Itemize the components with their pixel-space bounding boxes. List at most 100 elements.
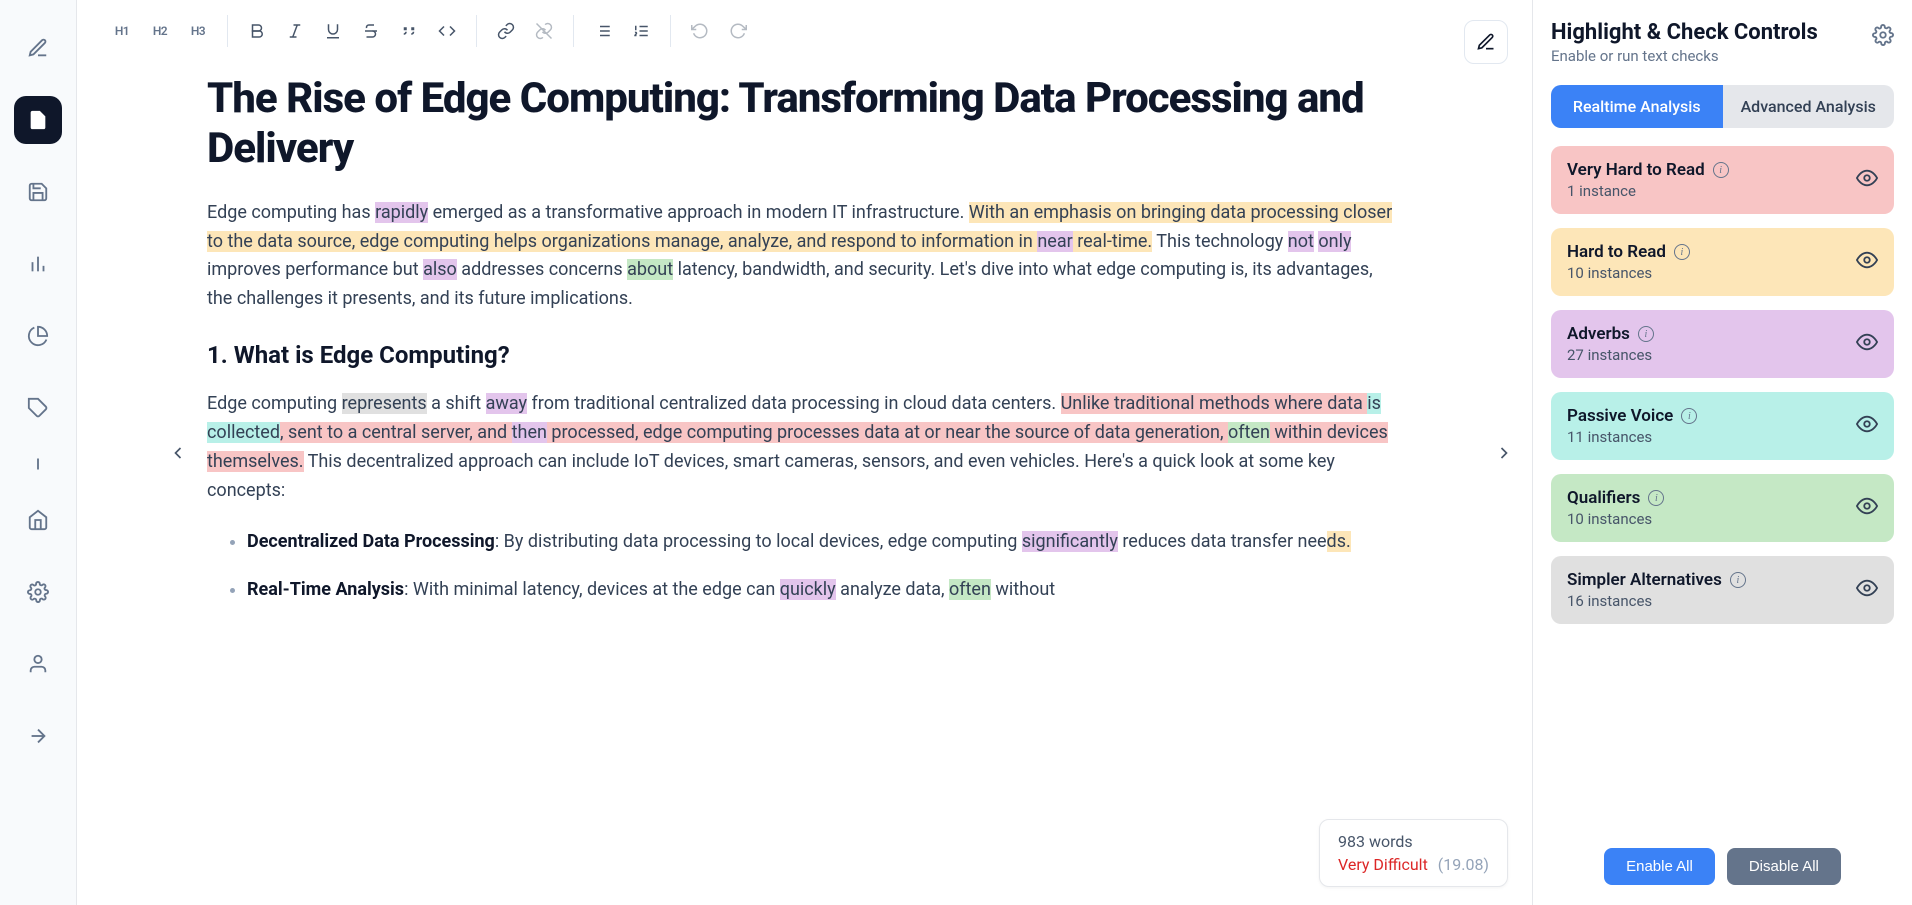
number-list-icon bbox=[632, 22, 650, 40]
info-icon[interactable]: i bbox=[1674, 244, 1690, 260]
edit-mode-button[interactable] bbox=[1464, 20, 1508, 64]
document-icon bbox=[27, 109, 49, 131]
visibility-toggle[interactable] bbox=[1856, 167, 1878, 193]
disable-all-button[interactable]: Disable All bbox=[1727, 848, 1841, 885]
sidebar-arrow[interactable] bbox=[14, 712, 62, 760]
main-area: H1 H2 H3 The Rise of Edge Computing: Tra… bbox=[77, 0, 1532, 905]
gear-icon bbox=[1872, 24, 1894, 46]
panel-settings-button[interactable] bbox=[1872, 24, 1894, 50]
info-icon[interactable]: i bbox=[1713, 162, 1729, 178]
unlink-button[interactable] bbox=[527, 14, 561, 48]
link-button[interactable] bbox=[489, 14, 523, 48]
check-passive[interactable]: Passive Voicei 11 instances bbox=[1551, 392, 1894, 460]
paragraph-1: Edge computing has rapidly emerged as a … bbox=[207, 199, 1402, 314]
italic-button[interactable] bbox=[278, 14, 312, 48]
undo-button[interactable] bbox=[683, 14, 717, 48]
check-adverbs[interactable]: Adverbsi 27 instances bbox=[1551, 310, 1894, 378]
panel-header: Highlight & Check Controls Enable or run… bbox=[1551, 20, 1894, 65]
info-icon[interactable]: i bbox=[1648, 490, 1664, 506]
visibility-toggle[interactable] bbox=[1856, 495, 1878, 521]
save-icon bbox=[27, 181, 49, 203]
text: from traditional centralized data proces… bbox=[527, 393, 1061, 414]
text: improves performance but bbox=[207, 259, 423, 280]
document-content[interactable]: The Rise of Edge Computing: Transforming… bbox=[77, 62, 1532, 905]
text: reduces data transfer nee bbox=[1118, 531, 1327, 552]
adverb-highlight: significantly bbox=[1022, 531, 1118, 552]
bullet-list-button[interactable] bbox=[586, 14, 620, 48]
code-button[interactable] bbox=[430, 14, 464, 48]
eye-icon bbox=[1856, 249, 1878, 271]
adverb-highlight: not bbox=[1288, 231, 1314, 252]
check-qualifiers[interactable]: Qualifiersi 10 instances bbox=[1551, 474, 1894, 542]
prev-arrow[interactable] bbox=[160, 435, 196, 471]
check-title: Very Hard to Read bbox=[1567, 160, 1705, 180]
pencil-line-icon bbox=[1476, 32, 1496, 52]
check-simpler[interactable]: Simpler Alternativesi 16 instances bbox=[1551, 556, 1894, 624]
enable-all-button[interactable]: Enable All bbox=[1604, 848, 1715, 885]
redo-button[interactable] bbox=[721, 14, 755, 48]
separator bbox=[573, 15, 574, 47]
h1-button[interactable]: H1 bbox=[105, 14, 139, 48]
gear-icon bbox=[27, 581, 49, 603]
sidebar-document[interactable] bbox=[14, 96, 62, 144]
sidebar-settings[interactable] bbox=[14, 568, 62, 616]
visibility-toggle[interactable] bbox=[1856, 331, 1878, 357]
bold-text: Real-Time Analysis bbox=[247, 579, 404, 600]
difficulty-label: Very Difficult bbox=[1338, 855, 1428, 874]
sidebar-home[interactable] bbox=[14, 496, 62, 544]
h3-button[interactable]: H3 bbox=[181, 14, 215, 48]
tab-advanced[interactable]: Advanced Analysis bbox=[1723, 85, 1895, 128]
bold-icon bbox=[248, 22, 266, 40]
visibility-toggle[interactable] bbox=[1856, 413, 1878, 439]
text: without bbox=[991, 579, 1055, 600]
line-icon bbox=[27, 453, 49, 475]
h2-button[interactable]: H2 bbox=[143, 14, 177, 48]
eye-icon bbox=[1856, 413, 1878, 435]
check-count: 27 instances bbox=[1567, 346, 1654, 364]
visibility-toggle[interactable] bbox=[1856, 249, 1878, 275]
strikethrough-button[interactable] bbox=[354, 14, 388, 48]
sidebar-pie-chart[interactable] bbox=[14, 312, 62, 360]
panel-subtitle: Enable or run text checks bbox=[1551, 47, 1818, 65]
quote-button[interactable] bbox=[392, 14, 426, 48]
bold-text: Decentralized Data Processing bbox=[247, 531, 495, 552]
section-heading: 1. What is Edge Computing? bbox=[207, 336, 1402, 374]
check-count: 16 instances bbox=[1567, 592, 1746, 610]
text: , sent to a central server, and bbox=[280, 422, 512, 443]
sidebar-bar-chart[interactable] bbox=[14, 240, 62, 288]
check-hard[interactable]: Hard to Readi 10 instances bbox=[1551, 228, 1894, 296]
redo-icon bbox=[729, 22, 747, 40]
text: real-time. bbox=[1073, 231, 1152, 252]
analysis-tabs: Realtime Analysis Advanced Analysis bbox=[1551, 85, 1894, 128]
visibility-toggle[interactable] bbox=[1856, 577, 1878, 603]
text: Edge computing bbox=[207, 393, 342, 414]
text: : By distributing data processing to loc… bbox=[495, 531, 1022, 552]
tab-realtime[interactable]: Realtime Analysis bbox=[1551, 85, 1723, 128]
sidebar-tag[interactable] bbox=[14, 384, 62, 432]
sidebar-user[interactable] bbox=[14, 640, 62, 688]
bold-button[interactable] bbox=[240, 14, 274, 48]
next-arrow[interactable] bbox=[1486, 435, 1522, 471]
text: processed, edge computing processes data… bbox=[547, 422, 1228, 443]
eye-icon bbox=[1856, 577, 1878, 599]
adverb-highlight: only bbox=[1318, 231, 1351, 252]
adverb-highlight: rapidly bbox=[375, 202, 428, 223]
text: analyze data, bbox=[836, 579, 949, 600]
info-icon[interactable]: i bbox=[1681, 408, 1697, 424]
chevron-right-icon bbox=[1494, 443, 1514, 463]
number-list-button[interactable] bbox=[624, 14, 658, 48]
list-item: Decentralized Data Processing: By distri… bbox=[247, 528, 1402, 557]
check-count: 10 instances bbox=[1567, 510, 1664, 528]
qualifier-highlight: often bbox=[1228, 422, 1270, 443]
sidebar-edit[interactable] bbox=[14, 24, 62, 72]
check-title: Passive Voice bbox=[1567, 406, 1673, 426]
underline-button[interactable] bbox=[316, 14, 350, 48]
quote-icon bbox=[400, 22, 418, 40]
code-icon bbox=[438, 22, 456, 40]
text: : With minimal latency, devices at the e… bbox=[404, 579, 780, 600]
check-very-hard[interactable]: Very Hard to Readi 1 instance bbox=[1551, 146, 1894, 214]
unlink-icon bbox=[535, 22, 553, 40]
sidebar-save[interactable] bbox=[14, 168, 62, 216]
info-icon[interactable]: i bbox=[1638, 326, 1654, 342]
info-icon[interactable]: i bbox=[1730, 572, 1746, 588]
